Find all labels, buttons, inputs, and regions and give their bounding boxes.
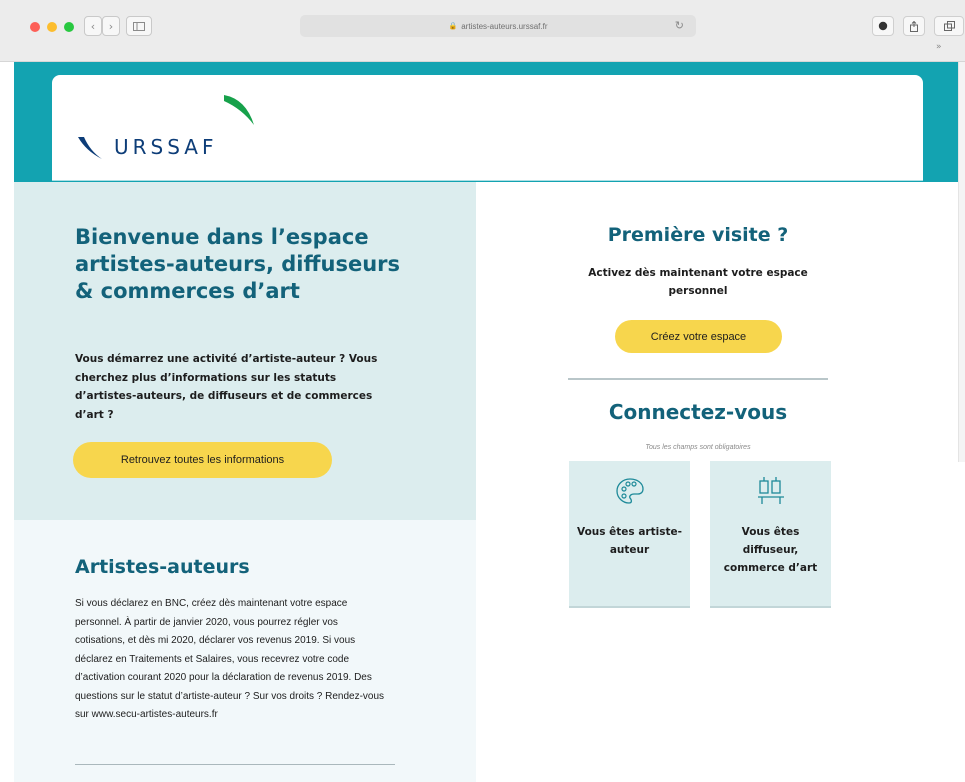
artistes-text: Si vous déclarez en BNC, créez dès maint…	[75, 598, 385, 720]
lock-icon: 🔒	[448, 23, 458, 30]
logo-text: URSSAF	[114, 135, 218, 159]
reload-icon[interactable]: ↻	[675, 19, 684, 32]
first-visit-title: Première visite ?	[607, 224, 789, 246]
close-window-button[interactable]	[30, 22, 40, 32]
sidebar-icon	[133, 21, 145, 31]
shield-icon	[878, 21, 888, 31]
all-information-button[interactable]: Retrouvez toutes les informations	[73, 442, 332, 478]
palette-icon	[616, 478, 644, 504]
welcome-description: Vous démarrez une activité d’artiste-aut…	[75, 353, 378, 421]
back-button[interactable]: ‹	[84, 16, 102, 36]
artiste-auteur-label: Vous êtes artiste-auteur	[577, 526, 682, 556]
sidebar-toggle-button[interactable]	[126, 16, 152, 36]
section-divider	[75, 764, 395, 765]
forward-button[interactable]: ›	[102, 16, 120, 36]
header-card: URSSAF	[52, 75, 923, 181]
diffuseur-label: Vous êtes diffuseur, commerce d’art	[723, 526, 818, 574]
privacy-report-button[interactable]	[872, 16, 894, 36]
first-visit-description: Activez dès maintenant votre espace pers…	[588, 267, 808, 297]
forward-icon: ›	[108, 19, 114, 33]
more-tabs-icon[interactable]: »	[936, 42, 942, 52]
browser-toolbar: ‹ › 🔒 artistes-auteurs.urssaf.fr ↻ »	[0, 0, 965, 62]
back-icon: ‹	[90, 19, 96, 33]
url-text: artistes-auteurs.urssaf.fr	[461, 21, 548, 31]
address-bar[interactable]: 🔒 artistes-auteurs.urssaf.fr ↻	[300, 15, 696, 37]
create-space-button[interactable]: Créez votre espace	[615, 320, 782, 353]
share-icon	[910, 20, 918, 32]
connect-title: Connectez-vous	[608, 400, 788, 424]
tabs-icon	[943, 21, 955, 31]
login-divider	[568, 378, 828, 380]
shop-icon	[758, 477, 784, 504]
artiste-auteur-card[interactable]: Vous êtes artiste-auteur	[569, 461, 690, 608]
minimize-window-button[interactable]	[47, 22, 57, 32]
zoom-window-button[interactable]	[64, 22, 74, 32]
diffuseur-card[interactable]: Vous êtes diffuseur, commerce d’art	[710, 461, 831, 608]
welcome-title: Bienvenue dans l’espace artistes-auteurs…	[75, 225, 400, 303]
share-button[interactable]	[903, 16, 925, 36]
page-scrollbar[interactable]	[958, 62, 965, 462]
tabs-overview-button[interactable]	[934, 16, 964, 36]
required-fields-note: Tous les champs sont obligatoires	[645, 444, 751, 451]
artistes-title: Artistes-auteurs	[75, 556, 250, 578]
urssaf-logo[interactable]: URSSAF	[76, 95, 276, 165]
